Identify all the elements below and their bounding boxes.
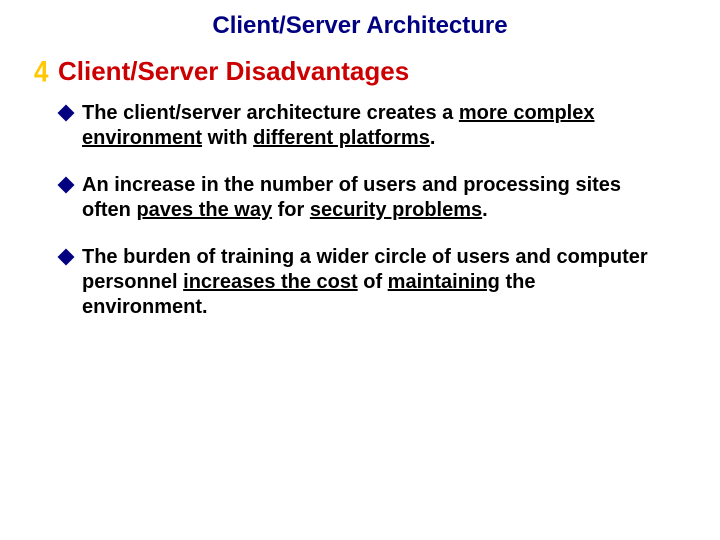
item-text: for [272, 199, 310, 221]
section-heading: Client/Server Disadvantages [58, 56, 409, 87]
slide-body: 4 Client/Server Disadvantages The client… [36, 56, 684, 342]
list-item: The burden of training a wider circle of… [82, 245, 684, 320]
section-heading-row: 4 Client/Server Disadvantages [36, 56, 684, 87]
diamond-icon [58, 177, 75, 194]
item-underline: paves the way [136, 199, 272, 221]
item-underline: maintaining [388, 271, 500, 293]
list-item: The client/server architecture creates a… [82, 101, 684, 151]
bullet-list: The client/server architecture creates a… [82, 101, 684, 320]
diamond-icon [58, 105, 75, 122]
item-underline: security problems [310, 199, 482, 221]
item-underline: different platforms [253, 127, 430, 149]
item-text: The client/server architecture creates a [82, 102, 459, 124]
item-text: . [430, 127, 436, 149]
diamond-icon [58, 249, 75, 266]
item-text: with [202, 127, 253, 149]
item-text: of [358, 271, 388, 293]
slide-title: Client/Server Architecture [0, 12, 720, 40]
item-underline: increases the cost [183, 271, 358, 293]
list-item: An increase in the number of users and p… [82, 173, 684, 223]
item-text: . [482, 199, 488, 221]
section-bullet-icon: 4 [34, 54, 47, 90]
